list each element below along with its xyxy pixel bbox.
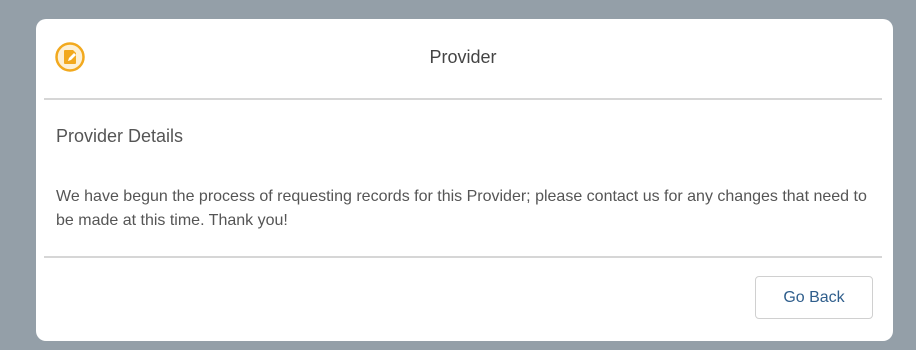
dialog-body: Provider Details We have begun the proce…	[44, 100, 882, 258]
dialog-message: We have begun the process of requesting …	[56, 188, 867, 229]
dialog-title: Provider	[429, 47, 497, 67]
go-back-button[interactable]: Go Back	[755, 276, 873, 319]
dialog-footer: Go Back	[44, 258, 882, 341]
provider-dialog: Provider Provider Details We have begun …	[36, 19, 893, 341]
section-heading: Provider Details	[56, 126, 184, 146]
dialog-header: Provider	[44, 19, 882, 100]
modal-backdrop: Provider Provider Details We have begun …	[0, 0, 916, 350]
